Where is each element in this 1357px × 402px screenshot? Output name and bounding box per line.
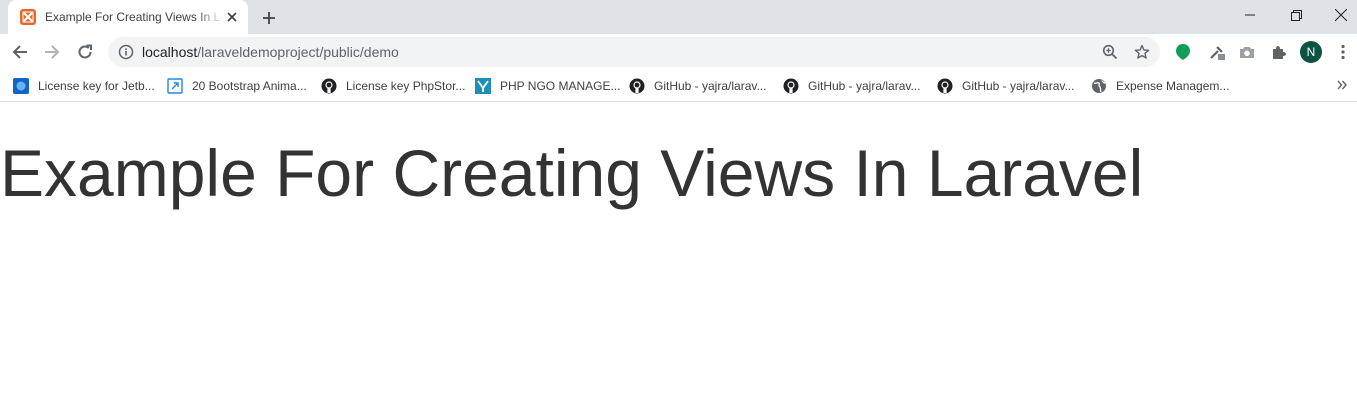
new-tab-button[interactable]: [258, 7, 280, 29]
browser-toolbar: localhost/laraveldemoproject/public/demo…: [0, 34, 1357, 70]
bookmark-item[interactable]: PHP NGO MANAGE...: [475, 76, 620, 96]
github-icon: [783, 78, 799, 94]
close-tab-icon[interactable]: [224, 9, 240, 25]
bookmark-label: GitHub - yajra/larav...: [962, 79, 1075, 93]
more-bookmarks-chevron-icon[interactable]: [1334, 76, 1350, 94]
reload-button[interactable]: [71, 38, 99, 66]
green-leaf-extension-icon[interactable]: [1172, 41, 1194, 63]
bookmark-label: GitHub - yajra/larav...: [654, 79, 767, 93]
bookmark-label: License key for Jetb...: [38, 79, 155, 93]
bookmark-item[interactable]: GitHub - yajra/larav...: [629, 76, 766, 96]
bookmark-label: License key PhpStor...: [346, 79, 466, 93]
bookmark-item[interactable]: Expense Managem...: [1091, 76, 1229, 96]
bookmark-item[interactable]: 20 Bootstrap Anima...: [167, 76, 307, 96]
back-button[interactable]: [6, 38, 34, 66]
bookmark-item[interactable]: License key for Jetb...: [13, 76, 155, 96]
url-path: /laraveldemoproject/public/demo: [197, 44, 399, 60]
restore-button[interactable]: [1273, 0, 1319, 30]
extensions-puzzle-icon[interactable]: [1268, 41, 1290, 63]
eyedropper-extension-icon[interactable]: [1206, 41, 1228, 63]
zoom-icon[interactable]: [1100, 42, 1120, 62]
active-tab[interactable]: Example For Creating Views In Laravel: [8, 0, 248, 34]
close-window-button[interactable]: [1318, 0, 1357, 30]
github-icon: [937, 78, 953, 94]
ngo-icon: [475, 78, 491, 94]
github-icon: [321, 78, 337, 94]
globe-icon: [1091, 78, 1107, 94]
bookmark-label: 20 Bootstrap Anima...: [192, 79, 307, 93]
bookmarks-bar: License key for Jetb... 20 Bootstrap Ani…: [0, 70, 1357, 102]
page-content: Example For Creating Views In Laravel: [0, 103, 1357, 402]
url-text[interactable]: localhost/laraveldemoproject/public/demo: [142, 44, 399, 60]
menu-kebab-icon[interactable]: [1332, 41, 1354, 63]
bookmark-star-icon[interactable]: [1132, 42, 1152, 62]
site-info-icon[interactable]: [118, 44, 134, 60]
bookmark-label: Expense Managem...: [1116, 79, 1230, 93]
camera-extension-icon[interactable]: [1236, 41, 1258, 63]
bookmark-item[interactable]: GitHub - yajra/larav...: [937, 76, 1074, 96]
bookmark-label: GitHub - yajra/larav...: [808, 79, 921, 93]
bootstrap-icon: [167, 78, 183, 94]
url-host: localhost: [142, 44, 198, 60]
bookmark-item[interactable]: GitHub - yajra/larav...: [783, 76, 920, 96]
tab-strip: Example For Creating Views In Laravel: [0, 0, 1357, 34]
xampp-favicon-icon: [20, 9, 36, 25]
tab-title: Example For Creating Views In Laravel: [45, 10, 223, 24]
forward-button[interactable]: [38, 38, 66, 66]
bookmark-item[interactable]: License key PhpStor...: [321, 76, 465, 96]
minimize-button[interactable]: [1227, 0, 1273, 30]
page-heading: Example For Creating Views In Laravel: [0, 136, 1144, 210]
github-icon: [629, 78, 645, 94]
jetbrains-icon: [13, 78, 29, 94]
profile-avatar[interactable]: N: [1300, 41, 1322, 63]
bookmark-label: PHP NGO MANAGE...: [500, 79, 621, 93]
address-bar[interactable]: localhost/laraveldemoproject/public/demo: [108, 37, 1160, 67]
